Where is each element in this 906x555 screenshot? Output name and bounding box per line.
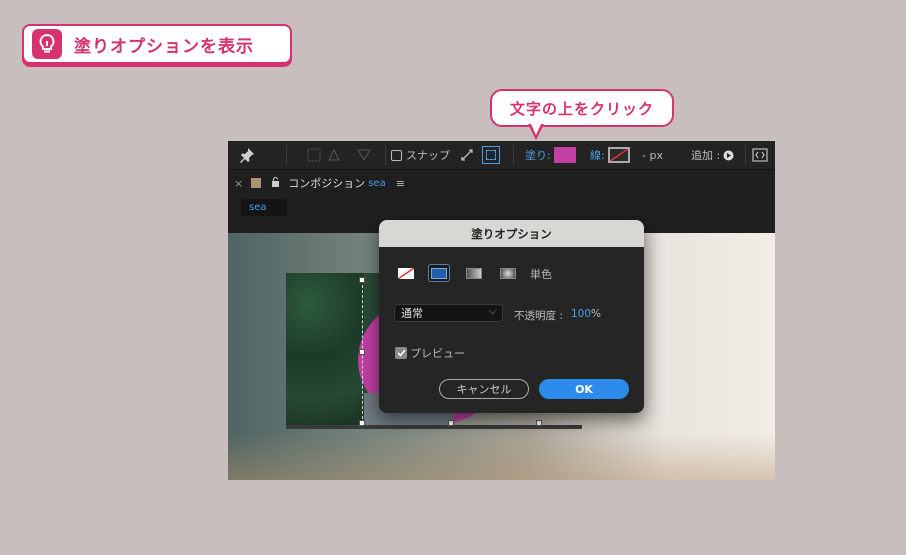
ok-button[interactable]: OK xyxy=(539,379,629,399)
fill-color-swatch[interactable] xyxy=(553,147,576,163)
fill-mode-label: 単色 xyxy=(530,268,552,281)
panel-title: コンポジション xyxy=(288,177,366,190)
pin-icon[interactable] xyxy=(238,141,256,169)
preview-label: プレビュー xyxy=(410,347,465,360)
linear-gradient-icon xyxy=(466,267,482,279)
header-badge: 塗りオプションを表示 xyxy=(22,24,292,64)
opacity-unit: % xyxy=(591,308,601,320)
dialog-title: 塗りオプション xyxy=(379,220,644,247)
radial-gradient-icon xyxy=(500,267,516,279)
composition-icon xyxy=(251,178,262,188)
lightbulb-icon xyxy=(32,29,62,59)
photo-foliage xyxy=(286,273,364,429)
snap-label: スナップ xyxy=(406,149,450,162)
snap-arrows-icon[interactable] xyxy=(460,141,474,169)
panel-menu-icon[interactable]: ≡ xyxy=(396,177,405,190)
add-label: 追加 : xyxy=(691,149,721,162)
lock-icon[interactable] xyxy=(271,176,280,190)
add-menu[interactable]: 追加 : xyxy=(691,141,734,169)
toolbar: スナップ 塗り : 線 : - px 追加 : xyxy=(228,141,775,170)
fill-none-option[interactable] xyxy=(395,264,417,282)
opacity-value[interactable]: 100 xyxy=(571,308,591,320)
snap-checkbox[interactable] xyxy=(391,149,402,161)
transform-handle[interactable] xyxy=(359,420,365,426)
checkmark-icon[interactable] xyxy=(395,347,407,359)
transform-handle[interactable] xyxy=(448,420,454,426)
stroke-control[interactable]: 線 : xyxy=(590,141,630,169)
fill-options-dialog: 塗りオプション 単色 通常 ⌵ 不透明度 : 100 % プレビュー キャンセル… xyxy=(379,220,644,413)
tab-sea[interactable]: sea xyxy=(241,199,287,216)
fill-solid-option[interactable] xyxy=(428,264,450,282)
preview-checkbox[interactable]: プレビュー xyxy=(395,345,465,361)
opacity-label: 不透明度 : xyxy=(514,310,563,322)
fill-control[interactable]: 塗り : xyxy=(525,141,576,169)
stroke-color-swatch[interactable] xyxy=(607,147,630,163)
tab-row: sea xyxy=(228,196,775,221)
close-icon[interactable]: × xyxy=(234,177,243,190)
fill-radial-gradient-option[interactable] xyxy=(497,264,519,282)
fill-linear-gradient-option[interactable] xyxy=(463,264,485,282)
chevron-down-icon: ⌵ xyxy=(489,307,496,317)
transform-handle[interactable] xyxy=(359,349,365,355)
transform-handle[interactable] xyxy=(536,420,542,426)
fill-label: 塗り xyxy=(525,149,547,162)
stroke-width[interactable]: - px xyxy=(642,141,663,169)
stroke-label: 線 xyxy=(590,149,601,162)
panel-toggle-icon[interactable] xyxy=(752,141,768,169)
snap-toggle[interactable]: スナップ xyxy=(391,141,450,169)
blend-mode-select[interactable]: 通常 ⌵ xyxy=(394,304,503,322)
transform-handle[interactable] xyxy=(359,277,365,283)
badge-title: 塗りオプションを表示 xyxy=(74,36,254,57)
comp-name: sea xyxy=(368,177,386,189)
no-fill-icon xyxy=(398,267,414,279)
snap-target-icon[interactable] xyxy=(482,141,500,169)
callout-bubble: 文字の上をクリック xyxy=(490,89,674,127)
cancel-button[interactable]: キャンセル xyxy=(439,379,529,399)
play-circle-icon xyxy=(723,150,734,161)
solid-fill-icon xyxy=(431,267,447,279)
align-tools-icon[interactable] xyxy=(306,141,376,169)
composition-panel-header: × コンポジション sea ≡ xyxy=(228,170,775,196)
